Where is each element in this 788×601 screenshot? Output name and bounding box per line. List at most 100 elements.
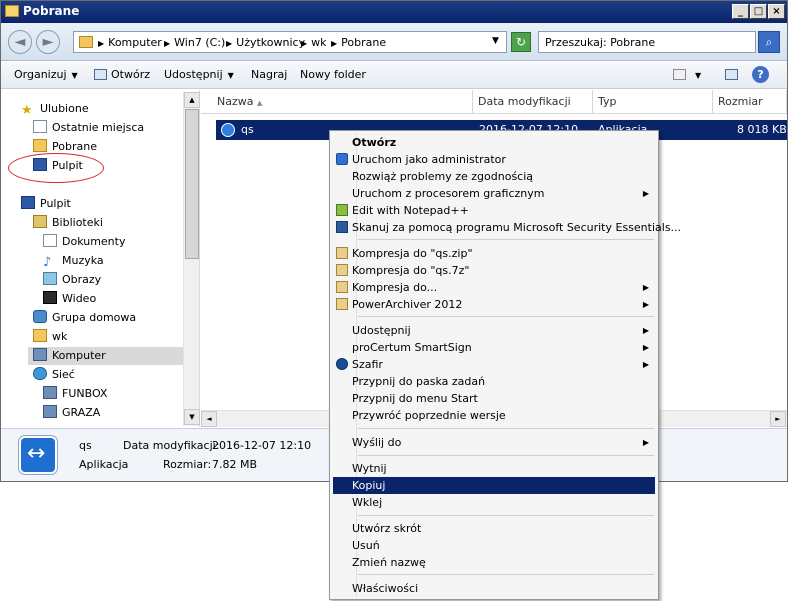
computer-icon (43, 386, 57, 399)
nav-libraries[interactable]: Biblioteki (33, 214, 103, 232)
submenu-arrow-icon: ▶ (642, 300, 649, 309)
notepad-icon (336, 204, 348, 216)
menu-item-run-as-admin[interactable]: Uruchom jako administrator (333, 151, 655, 168)
search-input[interactable]: Przeszukaj: Pobrane (538, 31, 756, 53)
menu-item-paste[interactable]: Wklej (333, 494, 655, 511)
search-icon[interactable]: ⌕ (758, 31, 780, 53)
window-title: Pobrane (23, 4, 80, 18)
menu-item-copy[interactable]: Kopiuj (333, 477, 655, 494)
music-icon: ♪ (43, 255, 52, 270)
new-folder-button[interactable]: Nowy folder (300, 68, 366, 81)
folder-icon (33, 139, 47, 152)
desktop-icon (21, 196, 35, 209)
view-options-button[interactable]: ▼ (673, 68, 701, 81)
breadcrumb-user[interactable]: ▶ wk (301, 36, 327, 49)
archive-icon (336, 247, 348, 259)
archive-icon (336, 281, 348, 293)
menu-item-procertum[interactable]: proCertum SmartSign ▶ (333, 339, 655, 356)
details-modified-value: 2016-12-07 12:10 (212, 439, 312, 452)
forward-button[interactable]: ► (36, 30, 60, 54)
menu-item-run-gpu[interactable]: Uruchom z procesorem graficznym ▶ (333, 185, 655, 202)
menu-item-compress-to[interactable]: Kompresja do... ▶ (333, 279, 655, 296)
shield-icon (336, 153, 348, 165)
menu-item-share[interactable]: Udostępnij ▶ (333, 322, 655, 339)
nav-pictures[interactable]: Obrazy (43, 271, 101, 289)
menu-item-powerarchiver[interactable]: PowerArchiver 2012 ▶ (333, 296, 655, 313)
details-size-label: Rozmiar: (163, 458, 212, 471)
nav-videos[interactable]: Wideo (43, 290, 96, 308)
nav-network-funbox[interactable]: FUNBOX (43, 385, 107, 403)
maximize-button[interactable]: □ (750, 4, 767, 19)
menu-item-properties[interactable]: Właściwości (333, 580, 655, 597)
column-header-type[interactable]: Typ (593, 90, 713, 114)
submenu-arrow-icon: ▶ (642, 438, 649, 447)
scroll-right-button[interactable]: ► (770, 411, 786, 427)
menu-item-compress-7z[interactable]: Kompresja do "qs.7z" (333, 262, 655, 279)
address-field[interactable]: ▶ Komputer ▶ Win7 (C:) ▶ Użytkownicy ▶ wk ▶ P… (73, 31, 507, 53)
star-icon: ★ (21, 103, 33, 118)
menu-item-create-shortcut[interactable]: Utwórz skrót (333, 520, 655, 537)
menu-item-cut[interactable]: Wytnij (333, 460, 655, 477)
nav-network-graza[interactable]: GRAZA (43, 404, 100, 422)
command-bar: Organizuj ▼ Otwórz Udostępnij ▼ Nagraj Now… (1, 62, 787, 89)
red-ellipse-annotation (8, 153, 104, 183)
breadcrumb-users[interactable]: ▶ Użytkownicy (226, 36, 305, 49)
scroll-thumb[interactable] (185, 109, 199, 259)
scroll-down-button[interactable]: ▼ (184, 409, 200, 425)
submenu-arrow-icon: ▶ (642, 283, 649, 292)
burn-button[interactable]: Nagraj (251, 68, 287, 81)
menu-item-notepad[interactable]: Edit with Notepad++ (333, 202, 655, 219)
preview-pane-button[interactable] (725, 68, 742, 81)
refresh-icon[interactable]: ↻ (511, 32, 531, 52)
share-button[interactable]: Udostępnij ▼ (164, 68, 234, 81)
organize-button[interactable]: Organizuj ▼ (14, 68, 78, 81)
nav-desktop[interactable]: Pulpit (21, 195, 71, 213)
nav-recent-places[interactable]: Ostatnie miejsca (33, 119, 144, 137)
breadcrumb-drive[interactable]: ▶ Win7 (C:) (164, 36, 225, 49)
open-button[interactable]: Otwórz (94, 68, 150, 81)
column-header-modified[interactable]: Data modyfikacji (473, 90, 593, 114)
menu-item-mse-scan[interactable]: Skanuj za pomocą programu Microsoft Secu… (333, 219, 681, 236)
back-button[interactable]: ◄ (8, 30, 32, 54)
title-bar[interactable]: Pobrane _ □ × (1, 1, 787, 23)
column-header-size[interactable]: Rozmiar (713, 90, 787, 114)
minimize-button[interactable]: _ (732, 4, 749, 19)
menu-item-pin-taskbar[interactable]: Przypnij do paska zadań (333, 373, 655, 390)
nav-network[interactable]: Sieć (33, 366, 75, 384)
nav-music[interactable]: ♪ Muzyka (43, 252, 104, 270)
file-name: qs (241, 123, 254, 136)
breadcrumb-computer[interactable]: ▶ Komputer (98, 36, 162, 49)
user-folder-icon (33, 329, 47, 342)
submenu-arrow-icon: ▶ (642, 189, 649, 198)
menu-item-delete[interactable]: Usuń (333, 537, 655, 554)
menu-item-compress-zip[interactable]: Kompresja do "qs.zip" (333, 245, 655, 262)
file-size: 8 018 KB (737, 123, 787, 136)
chevron-down-icon[interactable]: ▼ (492, 36, 499, 46)
nav-favorites[interactable]: ★ Ulubione (21, 100, 89, 118)
computer-icon (43, 405, 57, 418)
menu-item-rename[interactable]: Zmień nazwę (333, 554, 655, 571)
nav-user[interactable]: wk (33, 328, 67, 346)
breadcrumb-downloads[interactable]: ▶ Pobrane (331, 36, 386, 49)
nav-documents[interactable]: Dokumenty (43, 233, 125, 251)
nav-scrollbar[interactable]: ▲ ▼ (183, 92, 200, 426)
scroll-left-button[interactable]: ◄ (201, 411, 217, 427)
menu-item-open[interactable]: Otwórz (333, 134, 655, 151)
documents-icon (43, 234, 57, 247)
nav-homegroup[interactable]: Grupa domowa (33, 309, 136, 327)
menu-item-pin-start[interactable]: Przypnij do menu Start (333, 390, 655, 407)
archive-icon (336, 264, 348, 276)
close-button[interactable]: × (768, 4, 785, 19)
menu-item-szafir[interactable]: Szafir ▶ (333, 356, 655, 373)
help-icon[interactable]: ? (752, 66, 769, 83)
nav-computer[interactable]: Komputer (28, 347, 183, 365)
menu-item-troubleshoot[interactable]: Rozwiąż problemy ze zgodnością (333, 168, 655, 185)
network-icon (33, 367, 47, 380)
column-header-name[interactable]: Nazwa ▲ (201, 90, 473, 114)
context-menu: Otwórz Uruchom jako administrator Rozwią… (329, 130, 681, 600)
scroll-up-button[interactable]: ▲ (184, 92, 200, 108)
menu-item-send-to[interactable]: Wyślij do ▶ (333, 434, 655, 451)
open-icon (94, 69, 107, 80)
details-name: qs (79, 439, 92, 452)
menu-item-restore-versions[interactable]: Przywróć poprzednie wersje (333, 407, 655, 424)
